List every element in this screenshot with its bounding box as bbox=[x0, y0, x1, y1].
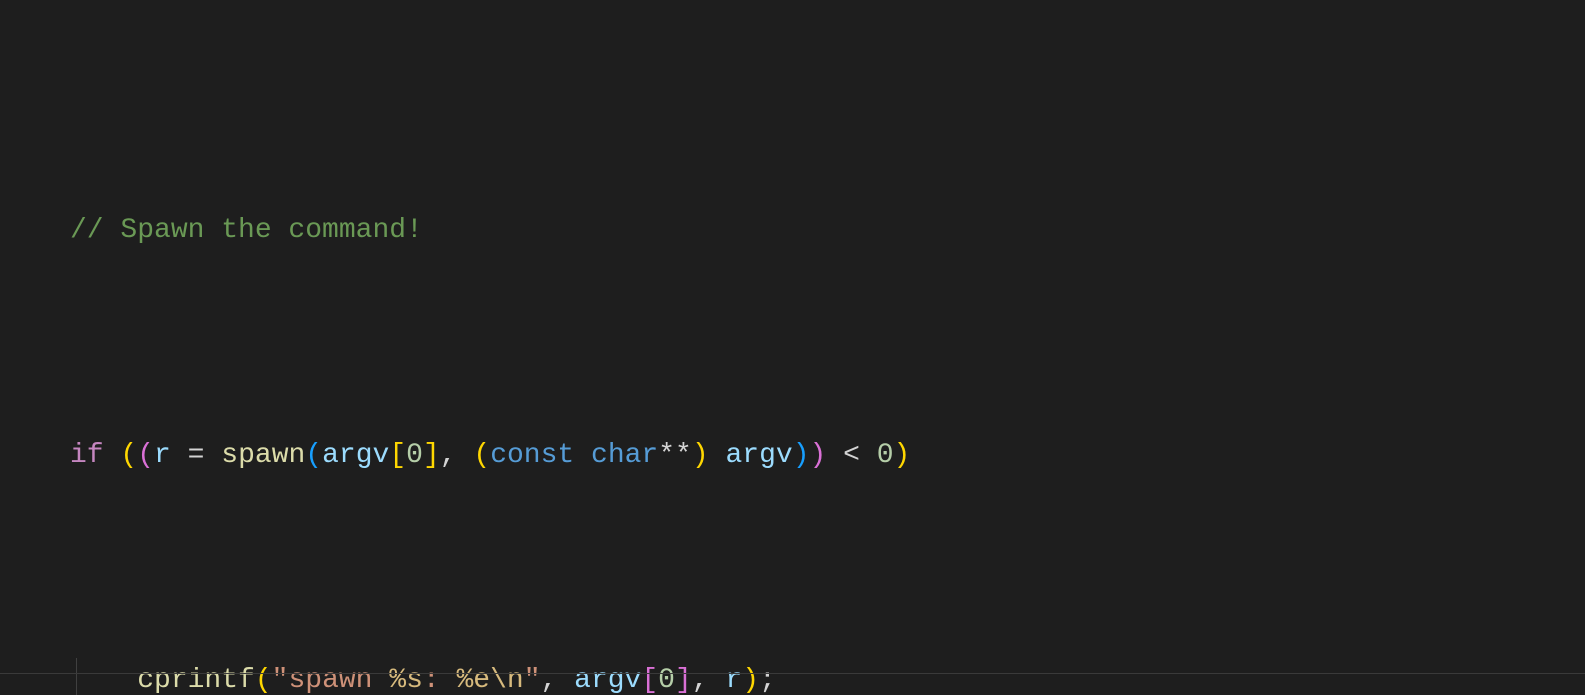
variable: argv bbox=[322, 440, 389, 471]
function-call: spawn bbox=[221, 440, 305, 471]
keyword-if: if bbox=[70, 440, 104, 471]
format-spec: %e bbox=[457, 665, 491, 695]
variable: argv bbox=[574, 665, 641, 695]
number: 0 bbox=[877, 440, 894, 471]
code-line: cprintf("spawn %s: %e\n", argv[0], r); bbox=[0, 658, 1585, 695]
divider bbox=[0, 673, 1585, 674]
string: "spawn bbox=[272, 665, 390, 695]
string: " bbox=[524, 665, 541, 695]
code-line: if ((r = spawn(argv[0], (const char**) a… bbox=[0, 433, 1585, 478]
string: : bbox=[423, 665, 457, 695]
variable: argv bbox=[725, 440, 792, 471]
format-spec: %s bbox=[389, 665, 423, 695]
escape-char: \n bbox=[490, 665, 524, 695]
code-line: // Spawn the command! bbox=[0, 208, 1585, 253]
number: 0 bbox=[406, 440, 423, 471]
number: 0 bbox=[658, 665, 675, 695]
operator: = bbox=[171, 440, 221, 471]
variable: r bbox=[154, 440, 171, 471]
function-call: cprintf bbox=[137, 665, 255, 695]
comment: // Spawn the command! bbox=[70, 215, 423, 246]
keyword-const: const bbox=[490, 440, 574, 471]
operator: ** bbox=[658, 440, 692, 471]
keyword-char: char bbox=[591, 440, 658, 471]
code-editor[interactable]: // Spawn the command! if ((r = spawn(arg… bbox=[0, 0, 1585, 695]
variable: r bbox=[725, 665, 742, 695]
operator: < bbox=[826, 440, 876, 471]
